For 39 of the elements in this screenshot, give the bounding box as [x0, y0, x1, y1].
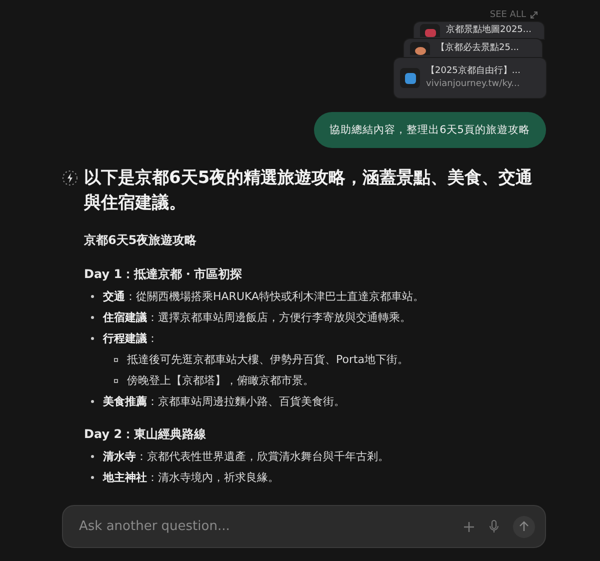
bullet-icon — [91, 337, 94, 340]
source-url: vivianjourney.tw/ky... — [426, 78, 520, 91]
add-icon[interactable] — [463, 520, 475, 532]
list-item: 地主神社：清水寺境內，祈求良緣。 — [103, 470, 279, 485]
send-button[interactable] — [513, 516, 535, 538]
list-item: 行程建議： — [103, 331, 158, 346]
guide-title: 京都6天5夜旅遊攻略 — [84, 232, 198, 249]
bullet-icon — [91, 316, 94, 319]
day-heading: Day 2：東山經典路線 — [84, 426, 208, 443]
bullet-icon — [91, 455, 94, 458]
question-field[interactable]: Ask another question... — [77, 518, 449, 535]
bullet-icon — [91, 476, 94, 479]
list-item: 交通：從關西機場搭乘HARUKA特快或利木津巴士直達京都車站。 — [103, 289, 424, 304]
list-item: 清水寺：京都代表性世界遺產，欣賞清水舞台與千年古剎。 — [103, 449, 389, 464]
list-item: 抵達後可先逛京都車站大樓、伊勢丹百貨、Porta地下街。 — [127, 352, 409, 367]
source-title: 京都景點地圖2025... — [446, 24, 532, 37]
site-favicon-icon — [420, 24, 440, 37]
bullet-icon — [114, 358, 118, 362]
microphone-icon[interactable] — [489, 520, 499, 533]
list-item: 傍晚登上【京都塔】，俯瞰京都市景。 — [127, 373, 314, 388]
expand-icon — [530, 11, 538, 19]
answer-headline: 以下是京都6天5夜的精選旅遊攻略，涵蓋景點、美食、交通與住宿建議。 — [84, 167, 534, 215]
site-favicon-icon — [400, 68, 420, 88]
user-message: 協助總結內容，整理出6天5頁的旅遊攻略 — [314, 112, 546, 148]
source-card[interactable]: 【2025京都自由行】... vivianjourney.tw/ky... — [394, 58, 546, 98]
day-heading: Day 1：抵達京都・市區初探 — [84, 266, 244, 283]
question-box[interactable]: Ask another question... — [62, 505, 546, 548]
bullet-icon — [91, 295, 94, 298]
list-item: 美食推薦：京都車站周邊拉麵小路、百貨美食街。 — [103, 394, 345, 409]
bullet-icon — [91, 400, 94, 403]
arrow-up-icon — [519, 521, 529, 532]
source-title: 【京都必去景點25... — [436, 42, 520, 55]
source-card[interactable]: 京都景點地圖2025... — [414, 22, 544, 39]
source-title: 【2025京都自由行】... — [426, 65, 520, 78]
bullet-icon — [114, 378, 118, 382]
list-item: 住宿建議：選擇京都車站周邊飯店，方便行李寄放與交通轉乘。 — [103, 310, 411, 325]
source-card[interactable]: 【京都必去景點25... — [404, 39, 542, 58]
site-favicon-icon — [410, 42, 430, 55]
sparkle-icon — [62, 170, 78, 186]
